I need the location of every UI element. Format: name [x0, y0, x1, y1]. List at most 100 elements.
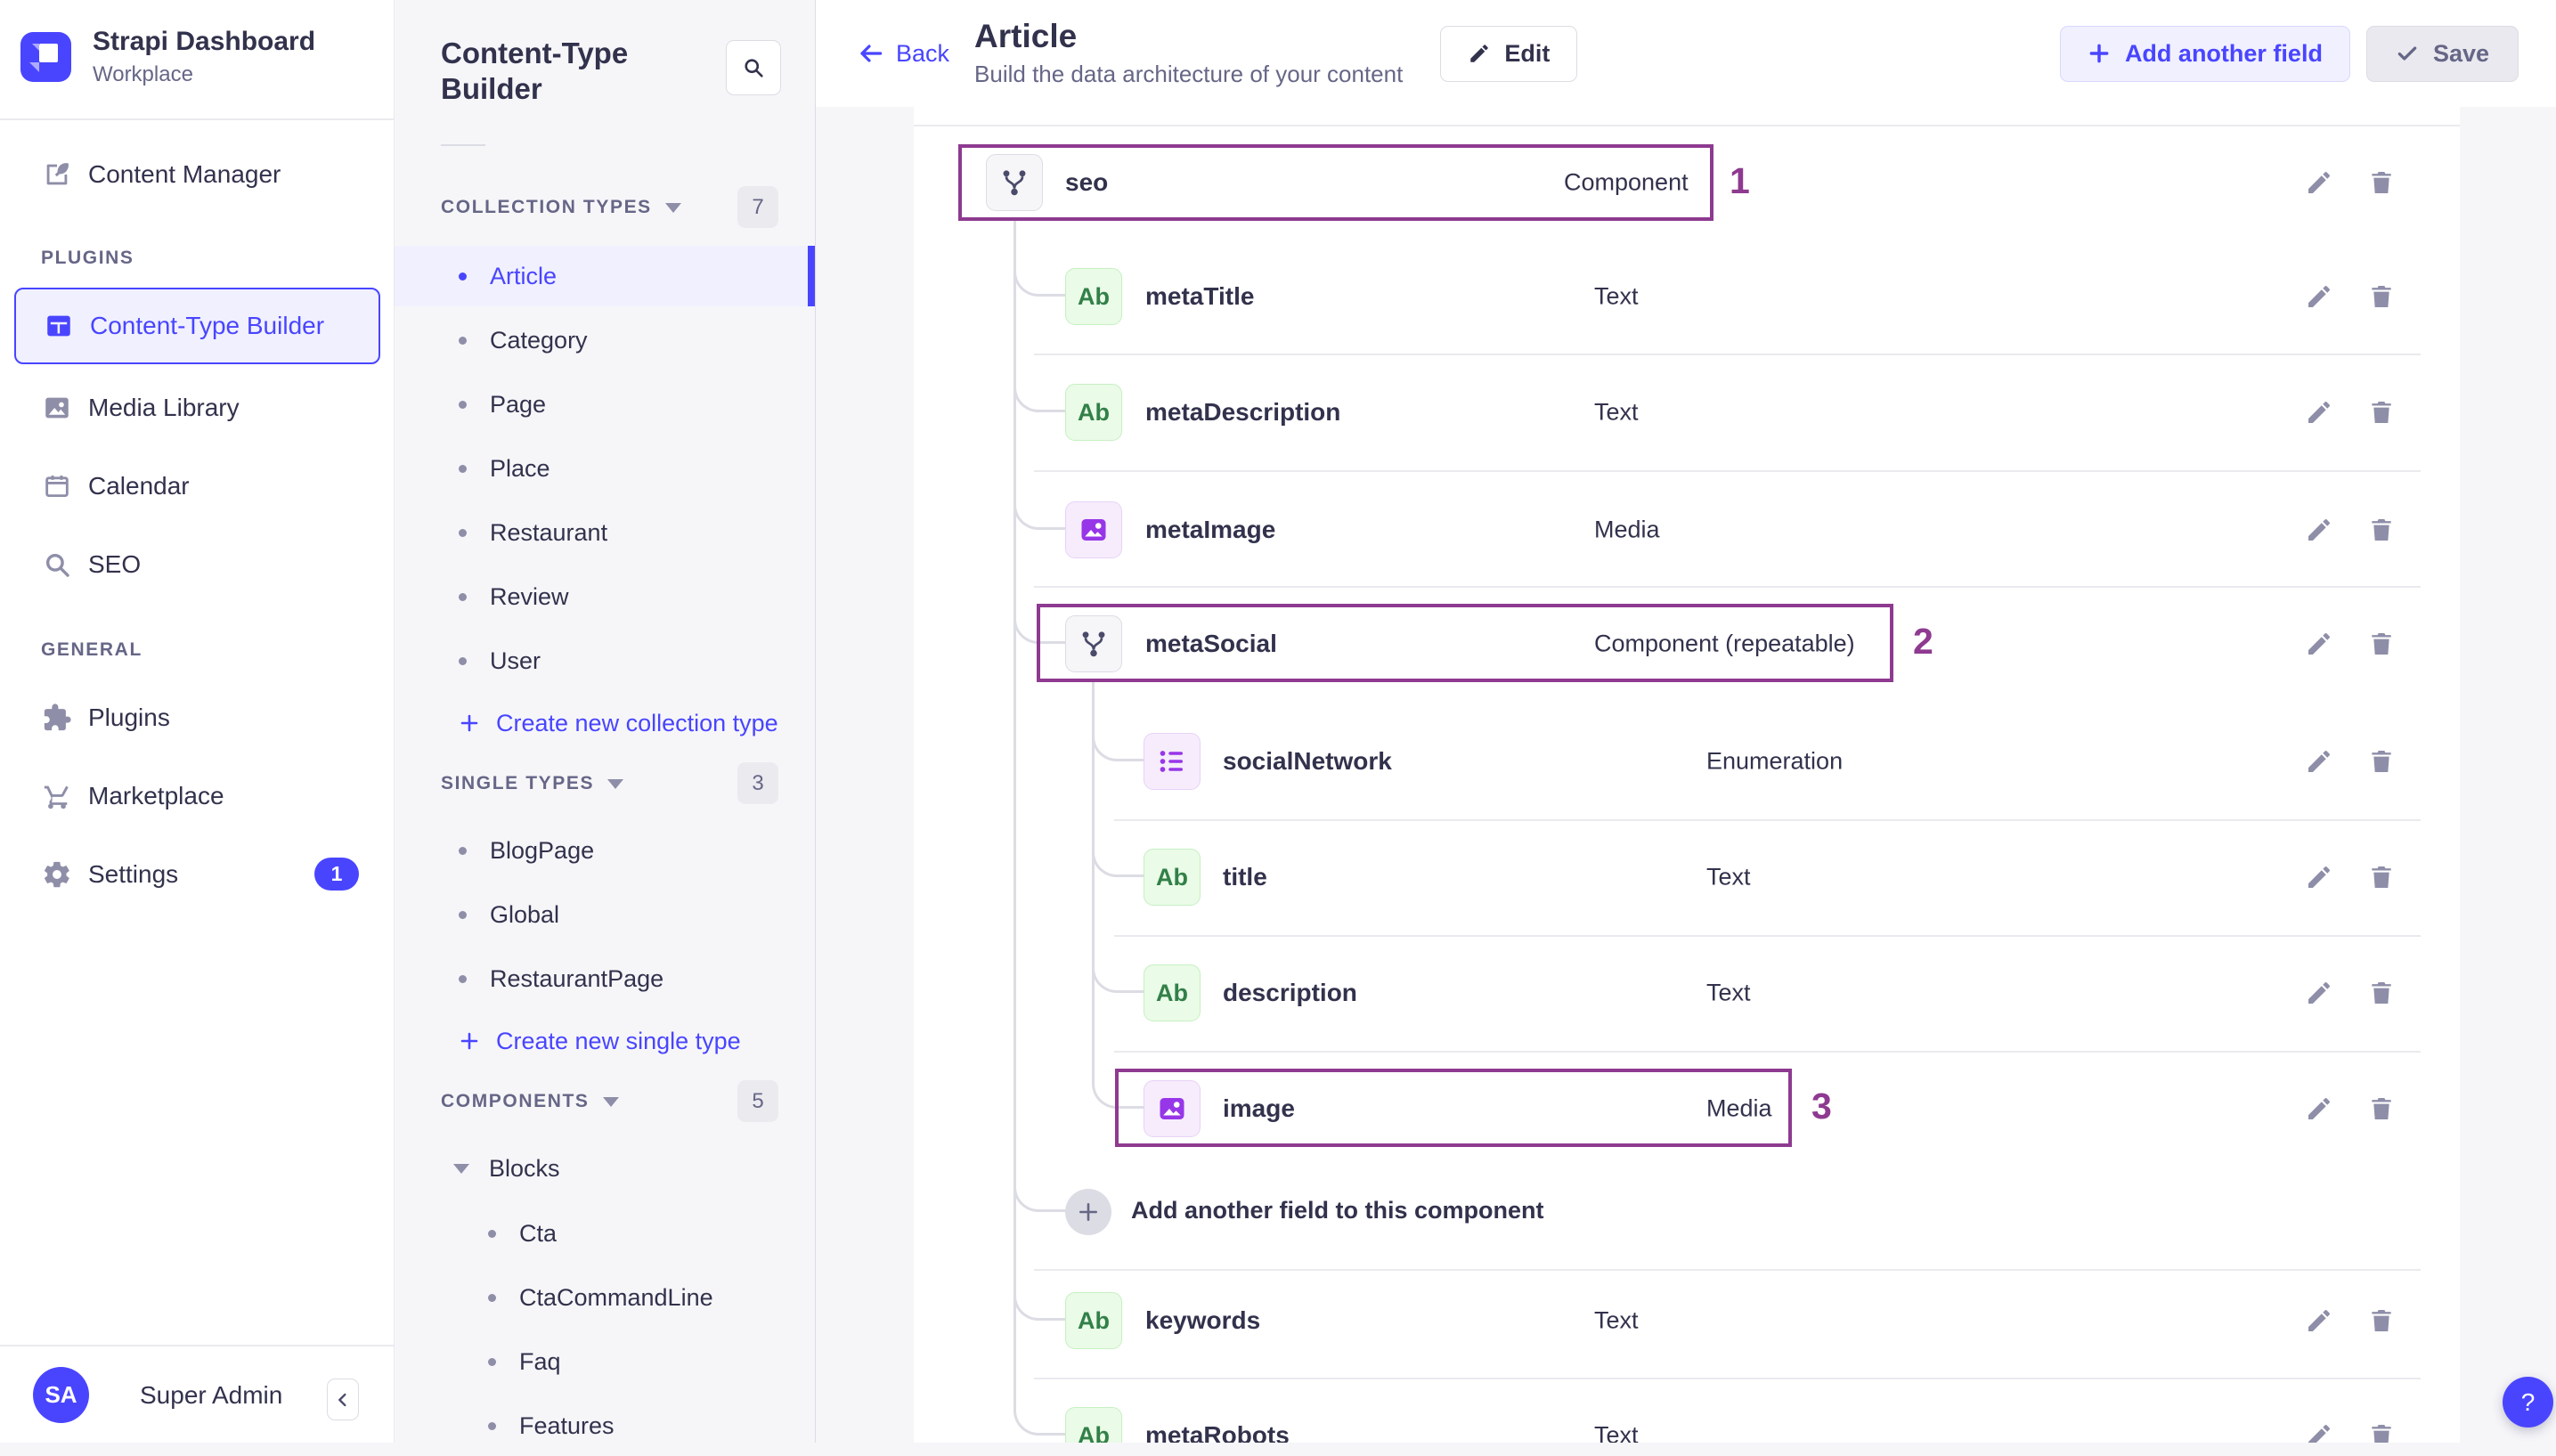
field-type: Text — [1594, 1421, 1639, 1444]
create-create-new-collection-type-link[interactable]: Create new collection type — [459, 695, 778, 752]
annotation-number-1: 1 — [1730, 160, 1750, 201]
field-row-seo: seo Component — [914, 125, 2460, 240]
field-row-keywords: Ab keywords Text — [914, 1263, 2460, 1379]
help-button[interactable]: ? — [2503, 1377, 2553, 1428]
sidebar-item-media-library[interactable]: Media Library — [14, 370, 380, 446]
field-row-description: Ab description Text — [914, 935, 2460, 1051]
avatar[interactable]: SA — [33, 1367, 89, 1423]
field-type: Media — [1594, 516, 1660, 543]
subnav-item-review[interactable]: Review — [395, 566, 815, 627]
delete-field-button[interactable] — [2362, 277, 2401, 316]
subnav-item-label: Category — [490, 326, 588, 354]
edit-field-button[interactable] — [2300, 973, 2339, 1013]
workspace-name: Workplace — [93, 62, 193, 86]
brand: Strapi Dashboard Workplace — [20, 27, 315, 87]
subnav-section-collection-types[interactable]: COLLECTION TYPES — [441, 187, 681, 228]
chevron-down-icon[interactable] — [664, 202, 681, 213]
section-label: SINGLE TYPES — [441, 773, 595, 793]
edit-field-button[interactable] — [2300, 1301, 2339, 1340]
edit-field-button[interactable] — [2300, 393, 2339, 432]
sidebar-item-label: Content-Type Builder — [90, 312, 325, 339]
delete-field-button[interactable] — [2362, 1301, 2401, 1340]
sidebar-item-content-type-builder[interactable]: Content-Type Builder — [14, 288, 380, 364]
save-button[interactable]: Save — [2365, 25, 2519, 82]
edit-field-button[interactable] — [2300, 277, 2339, 316]
divider — [441, 144, 485, 146]
chevron-down-icon[interactable] — [607, 778, 624, 789]
subnav-item-restaurant[interactable]: Restaurant — [395, 502, 815, 563]
back-link[interactable]: Back — [857, 39, 949, 68]
delete-field-button[interactable] — [2362, 1416, 2401, 1443]
delete-field-button[interactable] — [2362, 163, 2401, 202]
chevron-down-icon[interactable] — [602, 1096, 619, 1107]
edit-button[interactable]: Edit — [1440, 25, 1578, 82]
text-field-icon: Ab — [1065, 1292, 1122, 1349]
subnav-item-article[interactable]: Article — [395, 246, 815, 306]
subnav-section-components[interactable]: COMPONENTS — [441, 1081, 619, 1122]
collapse-sidebar-button[interactable] — [327, 1379, 359, 1420]
tree-connector-elbow — [1013, 1173, 1065, 1212]
subnav-item-blogpage[interactable]: BlogPage — [395, 820, 815, 881]
sidebar-item-label: Content Manager — [88, 160, 281, 188]
content-manager-icon — [41, 159, 73, 191]
bullet-icon — [459, 272, 467, 281]
subnav-section-single-types[interactable]: SINGLE TYPES — [441, 763, 624, 804]
edit-field-button[interactable] — [2300, 1416, 2339, 1443]
delete-field-button[interactable] — [2362, 742, 2401, 781]
bullet-icon — [488, 1293, 496, 1302]
create-create-new-single-type-link[interactable]: Create new single type — [459, 1013, 741, 1070]
subnav-item-features[interactable]: Features — [395, 1395, 815, 1456]
field-name: metaDescription — [1145, 398, 1341, 426]
enumeration-field-icon — [1144, 733, 1201, 790]
delete-field-button[interactable] — [2362, 1089, 2401, 1128]
trash-icon — [2372, 402, 2391, 423]
section-label: COLLECTION TYPES — [441, 197, 652, 217]
edit-field-button[interactable] — [2300, 742, 2339, 781]
page-title: Article — [974, 17, 1078, 54]
subnav-item-user[interactable]: User — [395, 630, 815, 691]
add-another-field-button[interactable]: Add another field — [2059, 25, 2350, 82]
chevron-down-icon[interactable] — [453, 1163, 469, 1174]
check-icon — [2397, 46, 2417, 61]
subnav-item-page[interactable]: Page — [395, 374, 815, 435]
edit-field-button[interactable] — [2300, 1089, 2339, 1128]
delete-field-button[interactable] — [2362, 624, 2401, 663]
search-button[interactable] — [726, 40, 781, 95]
add-field-to-component-button[interactable] — [1065, 1189, 1111, 1235]
delete-field-button[interactable] — [2362, 510, 2401, 549]
subnav-item-restaurantpage[interactable]: RestaurantPage — [395, 948, 815, 1009]
sidebar-item-calendar[interactable]: Calendar — [14, 448, 380, 525]
subnav-item-global[interactable]: Global — [395, 884, 815, 945]
sidebar-item-plugins[interactable]: Plugins — [14, 679, 380, 756]
edit-field-button[interactable] — [2300, 858, 2339, 897]
subnav-item-cta[interactable]: Cta — [395, 1203, 815, 1264]
sidebar-item-content-manager[interactable]: Content Manager — [14, 136, 380, 213]
edit-field-button[interactable] — [2300, 510, 2339, 549]
nav-section-label: GENERAL — [41, 639, 142, 660]
marketplace-icon — [41, 780, 73, 812]
delete-field-button[interactable] — [2362, 973, 2401, 1013]
subnav-item-faq[interactable]: Faq — [395, 1331, 815, 1392]
app-window: Strapi Dashboard Workplace Content Manag… — [0, 0, 2556, 1443]
text-field-icon: Ab — [1065, 384, 1122, 441]
edit-field-button[interactable] — [2300, 163, 2339, 202]
field-name: metaImage — [1145, 516, 1276, 543]
sidebar-item-marketplace[interactable]: Marketplace — [14, 758, 380, 834]
media-field-icon — [1144, 1080, 1201, 1137]
subnav-item-ctacommandline[interactable]: CtaCommandLine — [395, 1267, 815, 1328]
media-field-icon — [1065, 501, 1122, 558]
subnav-item-category[interactable]: Category — [395, 310, 815, 370]
component-group-blocks[interactable]: Blocks — [395, 1138, 815, 1199]
subnav-item-label: Restaurant — [490, 518, 608, 546]
delete-field-button[interactable] — [2362, 393, 2401, 432]
edit-field-button[interactable] — [2300, 624, 2339, 663]
add-field-to-component-label[interactable]: Add another field to this component — [1131, 1197, 1543, 1224]
text-field-icon: Ab — [1144, 964, 1201, 1021]
divider — [0, 118, 395, 120]
component-field-icon — [986, 154, 1043, 211]
delete-field-button[interactable] — [2362, 858, 2401, 897]
sidebar-item-seo[interactable]: SEO — [14, 526, 380, 603]
field-name: metaTitle — [1145, 282, 1255, 310]
fields-card: seo Component Ab metaTitle Text Ab metaDescrip… — [914, 107, 2460, 1443]
subnav-item-place[interactable]: Place — [395, 438, 815, 499]
